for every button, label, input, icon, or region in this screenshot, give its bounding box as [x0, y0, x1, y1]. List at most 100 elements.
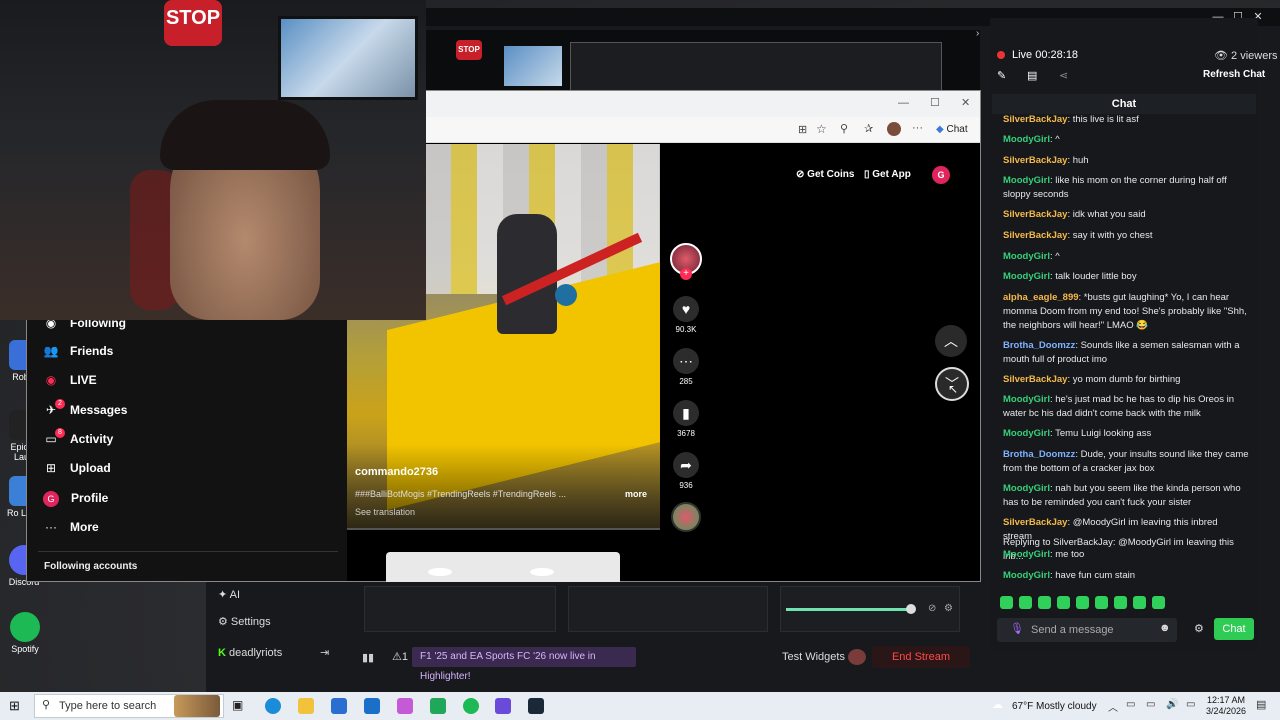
chat-username[interactable]: MoodyGirl [1003, 134, 1050, 145]
extensions-icon[interactable]: ⚲ [840, 122, 848, 135]
favorite-star-icon[interactable]: ☆ [816, 122, 827, 136]
chat-username[interactable]: alpha_eagle_899 [1003, 292, 1079, 303]
browser-menu-icon[interactable]: ··· [912, 122, 923, 134]
browser-minimize-button[interactable]: — [898, 97, 909, 109]
chat-username[interactable]: SilverBackJay [1003, 114, 1067, 125]
nav-item-profile[interactable]: G Profile [42, 487, 108, 509]
nav-item-upload[interactable]: ⊞ Upload [42, 457, 111, 479]
steam-icon[interactable] [528, 698, 544, 714]
mixer-gear-icon[interactable]: ⚙ [944, 603, 953, 614]
stats-bars-icon[interactable]: ▮▮ [362, 651, 374, 664]
chat-username[interactable]: MoodyGirl [1003, 549, 1050, 560]
end-stream-button[interactable]: End Stream [872, 646, 970, 668]
previous-video-button[interactable]: ︿ [935, 325, 967, 357]
chat-username[interactable]: MoodyGirl [1003, 175, 1050, 186]
chat-username[interactable]: Brotha_Doomzz [1003, 340, 1075, 351]
xbox-icon[interactable] [430, 698, 446, 714]
mute-icon[interactable]: ⊘ [928, 603, 936, 614]
refresh-chat-button[interactable]: Refresh Chat [1203, 69, 1265, 80]
browser-close-button[interactable]: ✕ [961, 96, 970, 109]
caption-more-link[interactable]: more [625, 489, 647, 499]
chat-username[interactable]: MoodyGirl [1003, 394, 1050, 405]
emote-icon[interactable] [1057, 596, 1070, 609]
emote-icon[interactable] [1019, 596, 1032, 609]
taskbar-clock[interactable]: 12:17 AM 3/24/2026 [1206, 695, 1246, 717]
chat-send-button[interactable]: Chat [1214, 618, 1254, 640]
outlook-icon[interactable] [364, 698, 380, 714]
nav-item-live[interactable]: ◉ LIVE [42, 369, 97, 391]
menu-item-ai[interactable]: ✦ AI [218, 586, 240, 604]
file-explorer-icon[interactable] [298, 698, 314, 714]
comment-button[interactable]: ⋯ 285 [672, 348, 700, 386]
tray-apps-icon[interactable]: ▭ [1126, 699, 1135, 710]
windows-start-icon[interactable]: ⊞ [9, 698, 20, 714]
desktop-icon-spotify[interactable]: Spotify [1, 612, 49, 654]
nav-item-more[interactable]: ··· More [42, 516, 99, 538]
alert-icon[interactable]: ⚠1 [392, 650, 408, 663]
chat-username[interactable]: MoodyGirl [1003, 251, 1050, 262]
store-icon[interactable] [331, 698, 347, 714]
emote-icon[interactable] [1000, 596, 1013, 609]
like-button[interactable]: ♥ 90.3K [672, 296, 700, 334]
emote-icon[interactable] [1095, 596, 1108, 609]
volume-knob[interactable] [906, 604, 916, 614]
test-widgets-button[interactable]: Test Widgets [782, 651, 845, 663]
copilot-taskbar-icon[interactable] [397, 698, 413, 714]
microphone-icon[interactable]: 🎙 [1010, 622, 1024, 635]
streaming-app-taskbar-icon[interactable] [495, 698, 511, 714]
nav-item-activity[interactable]: ▭ Activity [42, 428, 113, 450]
spotify-taskbar-icon[interactable] [463, 698, 479, 714]
menu-item-account[interactable]: K deadlyriots [218, 644, 282, 662]
chat-settings-gear-icon[interactable]: ⚙ [1194, 622, 1204, 635]
task-view-icon[interactable]: ▣ [232, 698, 248, 714]
nav-item-friends[interactable]: 👥 Friends [42, 340, 114, 362]
chat-username[interactable]: SilverBackJay [1003, 155, 1067, 166]
copilot-chat-button[interactable]: ◆ Chat [936, 121, 976, 139]
notifications-icon[interactable]: ▤ [1256, 698, 1266, 711]
browser-profile-avatar[interactable] [887, 122, 901, 136]
emote-icon[interactable] [1076, 596, 1089, 609]
emoji-icon[interactable]: ☻ [1159, 622, 1171, 634]
chat-username[interactable]: MoodyGirl [1003, 570, 1050, 581]
chat-username[interactable]: MoodyGirl [1003, 271, 1050, 282]
chat-username[interactable]: SilverBackJay [1003, 517, 1067, 528]
logout-icon[interactable]: ⇥ [320, 646, 329, 659]
browser-maximize-button[interactable]: ☐ [930, 96, 940, 109]
files-icon[interactable]: ▤ [1027, 69, 1037, 82]
menu-item-settings[interactable]: ⚙ Settings [218, 613, 271, 631]
chat-message-input[interactable]: Send a message [997, 618, 1177, 642]
video-username[interactable]: commando2736 [355, 466, 438, 478]
emote-icon[interactable] [1038, 596, 1051, 609]
tray-chevron-icon[interactable]: ︿ [1108, 699, 1118, 714]
save-button[interactable]: ▮ 3678 [672, 400, 700, 438]
video-progress-bar[interactable] [347, 528, 660, 530]
get-coins-button[interactable]: ⊘ Get Coins [796, 166, 858, 184]
news-ticker[interactable]: F1 '25 and EA Sports FC '26 now live in … [412, 647, 636, 682]
taskbar-weather[interactable]: 67°F Mostly cloudy [1012, 701, 1097, 712]
chat-username[interactable]: SilverBackJay [1003, 374, 1067, 385]
chat-username[interactable]: SilverBackJay [1003, 230, 1067, 241]
collapse-chevron-icon[interactable]: › [976, 28, 979, 39]
favorites-icon[interactable]: ✰ [864, 122, 873, 135]
emote-icon[interactable] [1114, 596, 1127, 609]
edge-icon[interactable] [265, 698, 281, 714]
emote-icon[interactable] [1133, 596, 1146, 609]
chat-username[interactable]: Brotha_Doomzz [1003, 449, 1075, 460]
volume-icon[interactable]: 🔊 [1166, 699, 1178, 710]
network-icon[interactable]: ▭ [1146, 699, 1155, 710]
share-button[interactable]: ➦ 936 [672, 452, 700, 490]
sound-avatar[interactable] [671, 502, 701, 532]
profile-avatar[interactable]: G [932, 166, 950, 184]
share-icon[interactable]: ⋖ [1059, 69, 1068, 82]
volume-slider[interactable] [786, 604, 916, 614]
edit-icon[interactable]: ✎ [997, 69, 1006, 82]
chat-username[interactable]: SilverBackJay [1003, 209, 1067, 220]
get-app-button[interactable]: ▯ Get App [864, 166, 920, 184]
emote-icon[interactable] [1152, 596, 1165, 609]
chat-username[interactable]: MoodyGirl [1003, 428, 1050, 439]
apps-icon[interactable]: ⊞ [798, 123, 807, 136]
follow-plus-icon[interactable]: + [680, 268, 692, 280]
battery-icon[interactable]: ▭ [1186, 699, 1195, 710]
chat-username[interactable]: MoodyGirl [1003, 483, 1050, 494]
see-translation-link[interactable]: See translation [355, 507, 415, 517]
